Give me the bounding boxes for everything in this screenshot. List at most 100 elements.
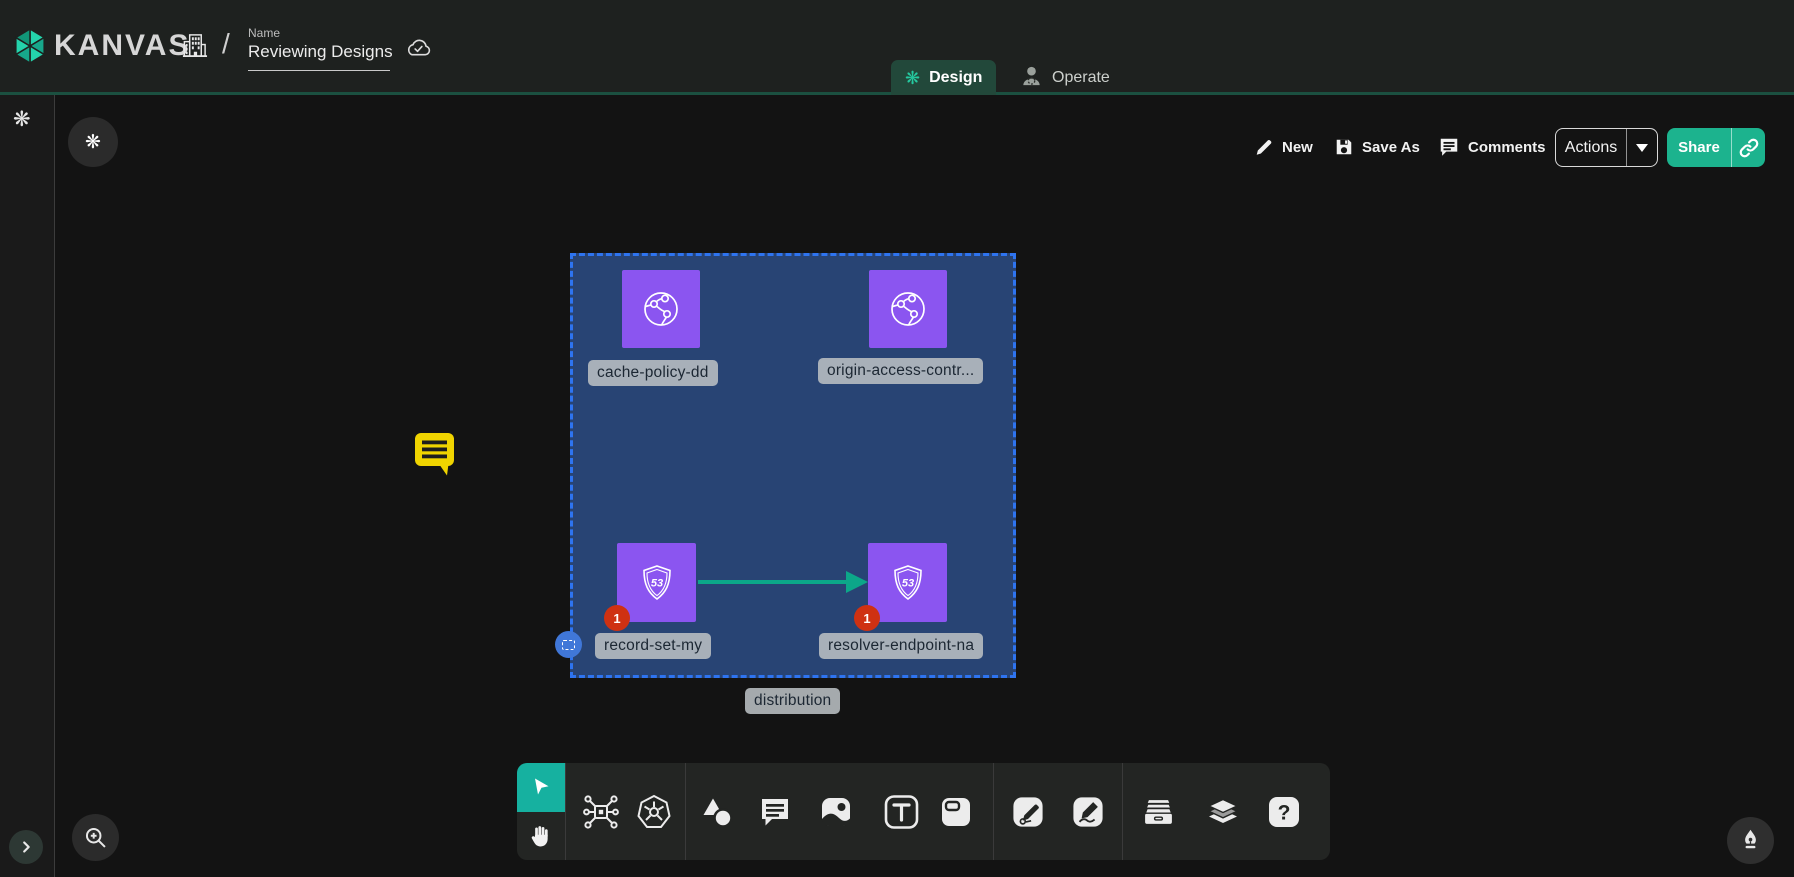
save-icon <box>1334 137 1354 157</box>
badge-resolver-endpoint-count: 1 <box>854 605 880 631</box>
share-label: Share <box>1667 139 1731 156</box>
actions-dropdown-button[interactable]: Actions <box>1555 128 1658 167</box>
note-tool-button[interactable] <box>938 794 974 830</box>
magnifier-plus-icon <box>82 824 109 851</box>
route53-shield-icon: 53 <box>884 559 932 607</box>
toolbar-divider <box>685 763 686 860</box>
label-distribution-group[interactable]: distribution <box>745 688 840 714</box>
pan-tool-button[interactable] <box>517 812 565 860</box>
zoom-in-button[interactable] <box>72 814 119 861</box>
toolbar-divider <box>1122 763 1123 860</box>
node-resolver-endpoint[interactable]: 53 <box>868 543 947 622</box>
group-selection-handle[interactable] <box>555 631 582 658</box>
kubernetes-helm-icon <box>635 793 673 831</box>
node-origin-access-control[interactable] <box>869 270 947 348</box>
left-sidebar: ❋ <box>0 95 55 877</box>
comments-button[interactable]: Comments <box>1438 132 1546 162</box>
comment-bubble-icon <box>413 431 456 477</box>
breadcrumb-separator: / <box>222 28 230 60</box>
drawer-icon <box>1143 796 1174 827</box>
label-record-set[interactable]: record-set-my <box>595 633 711 659</box>
operate-tab-icon <box>1020 64 1043 92</box>
sidebar-expand-button[interactable] <box>9 830 43 864</box>
toolbar-divider <box>993 763 994 860</box>
comment-icon <box>1438 136 1460 158</box>
comment-tool-button[interactable] <box>757 794 793 830</box>
link-icon <box>1737 136 1761 160</box>
badge-record-set-count: 1 <box>604 605 630 631</box>
pencil-icon <box>1254 137 1274 157</box>
cursor-arrow-icon <box>528 775 554 801</box>
select-tool-button[interactable] <box>517 763 565 812</box>
edge-record-to-resolver <box>698 580 848 584</box>
actions-label: Actions <box>1556 139 1626 157</box>
comment-bubble-icon <box>757 794 793 830</box>
label-resolver-endpoint[interactable]: resolver-endpoint-na <box>819 633 983 659</box>
comments-button-label: Comments <box>1468 139 1546 156</box>
mesh-components-tool-button[interactable] <box>582 793 620 831</box>
node-cache-policy[interactable] <box>622 270 700 348</box>
caret-down-icon <box>1636 144 1648 152</box>
dashed-rect-icon <box>562 640 575 650</box>
label-cache-policy[interactable]: cache-policy-dd <box>588 360 718 386</box>
pen-mode-button[interactable] <box>1727 817 1774 864</box>
help-tool-button[interactable]: ? <box>1267 795 1301 829</box>
tab-design[interactable]: ❋ Design <box>891 60 996 95</box>
new-button[interactable]: New <box>1254 132 1313 162</box>
copy-link-button[interactable] <box>1732 136 1765 160</box>
pen-path-icon <box>1012 796 1044 828</box>
layers-icon <box>1205 794 1241 830</box>
node-record-set[interactable]: 53 <box>617 543 696 622</box>
actions-caret-button[interactable] <box>1627 144 1657 152</box>
organization-icon[interactable] <box>181 31 208 65</box>
save-as-button[interactable]: Save As <box>1334 132 1420 162</box>
pen-nib-icon <box>1737 827 1764 854</box>
operate-tab-label: Operate <box>1052 69 1110 87</box>
shapes-tool-button[interactable] <box>698 793 736 831</box>
sidebar-app-icon[interactable]: ❋ <box>13 107 31 132</box>
design-name-input[interactable]: Reviewing Designs <box>248 42 390 71</box>
pencil-sketch-icon <box>1072 796 1104 828</box>
globe-network-icon <box>637 285 685 333</box>
shapes-icon <box>698 793 736 831</box>
circuit-icon <box>582 793 620 831</box>
canvas-comment-marker[interactable] <box>413 431 456 482</box>
sketch-tool-button[interactable] <box>1072 796 1104 828</box>
flower-icon: ❋ <box>85 131 101 154</box>
brand-name: KANVAS <box>54 29 190 63</box>
question-mark-icon: ? <box>1267 795 1301 829</box>
canvas-menu-button[interactable]: ❋ <box>68 117 118 167</box>
app-window: KANVAS / Name Reviewing Designs <box>0 0 1794 877</box>
route53-number: 53 <box>650 577 662 589</box>
name-field-label: Name <box>248 26 390 40</box>
kubernetes-tool-button[interactable] <box>635 793 673 831</box>
text-tool-button[interactable] <box>883 793 920 830</box>
brand-logo[interactable]: KANVAS <box>13 27 190 65</box>
label-origin-access-control[interactable]: origin-access-contr... <box>818 358 983 384</box>
route53-shield-icon: 53 <box>633 559 681 607</box>
hand-icon <box>527 822 556 851</box>
cloud-sync-icon[interactable] <box>404 36 433 64</box>
edge-arrowhead <box>846 571 868 593</box>
new-button-label: New <box>1282 139 1313 156</box>
design-name-block: Name Reviewing Designs <box>248 26 390 71</box>
route53-number: 53 <box>901 577 913 589</box>
archive-tool-button[interactable] <box>1143 796 1174 827</box>
note-card-icon <box>938 794 974 830</box>
chevron-right-icon <box>17 838 35 856</box>
tab-operate[interactable]: Operate <box>1006 60 1124 95</box>
pen-path-tool-button[interactable] <box>1012 796 1044 828</box>
top-header: KANVAS / Name Reviewing Designs <box>0 0 1794 95</box>
design-tab-icon: ❋ <box>905 69 920 87</box>
globe-network-icon <box>884 285 932 333</box>
design-tab-label: Design <box>929 69 982 87</box>
image-tool-button[interactable] <box>818 794 854 830</box>
toolbar-divider <box>565 763 566 860</box>
image-icon <box>818 794 854 830</box>
text-T-icon <box>883 793 920 830</box>
actions-divider <box>1626 129 1627 166</box>
layers-tool-button[interactable] <box>1205 794 1241 830</box>
save-as-button-label: Save As <box>1362 139 1420 156</box>
share-button[interactable]: Share <box>1667 128 1765 167</box>
kanvas-logo-icon <box>13 27 47 65</box>
